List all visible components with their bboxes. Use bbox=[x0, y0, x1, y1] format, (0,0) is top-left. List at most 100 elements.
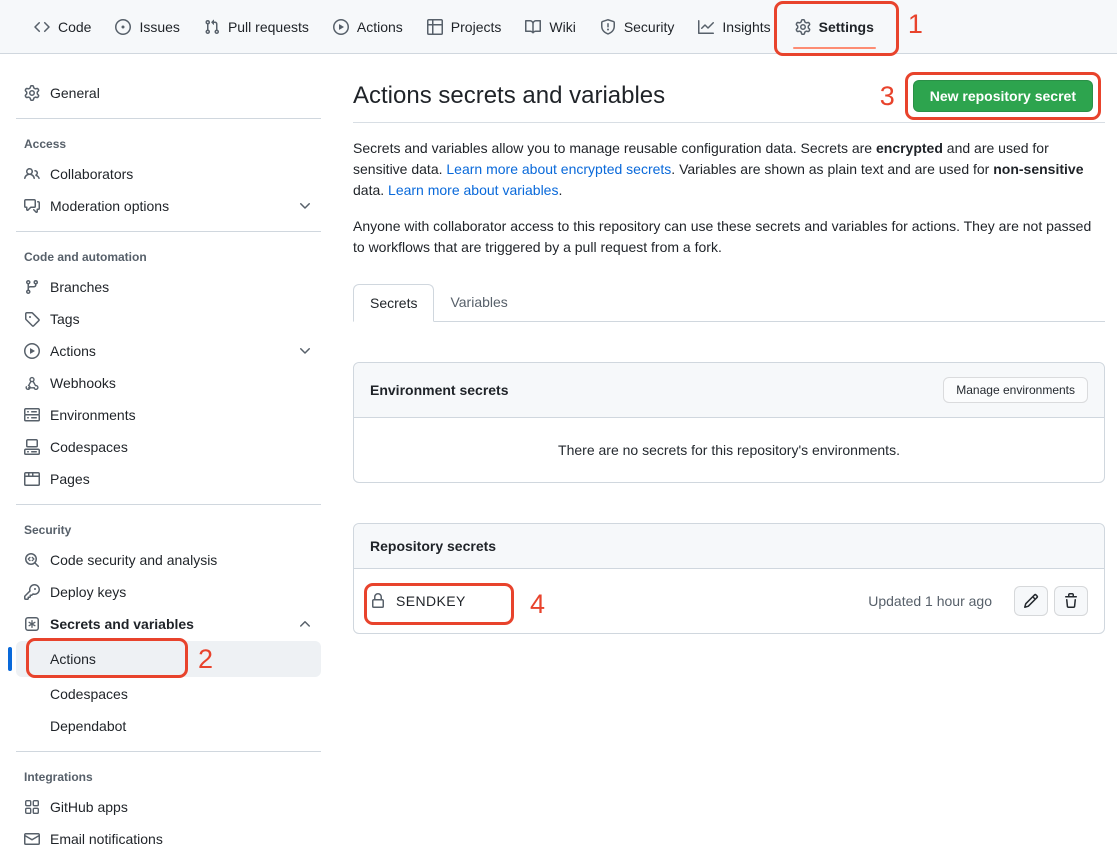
trash-icon bbox=[1063, 593, 1079, 609]
sidebar-item-code-security-and-analysis[interactable]: Code security and analysis bbox=[16, 545, 321, 575]
browser-icon bbox=[24, 471, 40, 487]
sidebar-item-moderation-options[interactable]: Moderation options bbox=[16, 191, 321, 221]
link-learn-more-variables[interactable]: Learn more about variables bbox=[388, 182, 558, 198]
tab-projects[interactable]: Projects bbox=[415, 12, 514, 42]
sidebar-section-integrations: Integrations bbox=[16, 762, 321, 792]
secret-row-sendkey: SENDKEY 4 Updated 1 hour ago bbox=[354, 569, 1104, 633]
sidebar-item-general[interactable]: General bbox=[16, 78, 321, 108]
link-learn-more-encrypted-secrets[interactable]: Learn more about encrypted secrets bbox=[446, 161, 671, 177]
server-icon bbox=[24, 407, 40, 423]
edit-secret-button[interactable] bbox=[1014, 586, 1048, 616]
tab-actions-label: Actions bbox=[357, 19, 403, 35]
tab-variables[interactable]: Variables bbox=[434, 284, 523, 321]
sidebar-subitem-actions[interactable]: Actions 2 bbox=[16, 641, 321, 677]
webhook-icon bbox=[24, 375, 40, 391]
git-branch-icon bbox=[24, 279, 40, 295]
secrets-variables-tabnav: Secrets Variables bbox=[353, 284, 1105, 322]
new-repository-secret-button[interactable]: New repository secret bbox=[913, 80, 1093, 112]
sidebar-section-security: Security bbox=[16, 515, 321, 545]
tag-icon bbox=[24, 311, 40, 327]
secret-updated-timestamp: Updated 1 hour ago bbox=[868, 593, 992, 609]
environment-secrets-box: Environment secrets Manage environments … bbox=[353, 362, 1105, 483]
tab-security[interactable]: Security bbox=[588, 12, 687, 42]
description-paragraph-2: Anyone with collaborator access to this … bbox=[353, 216, 1105, 258]
sidebar-item-actions[interactable]: Actions bbox=[16, 336, 321, 366]
annotation-number-3: 3 bbox=[880, 83, 895, 110]
issue-opened-icon bbox=[115, 19, 131, 35]
description-paragraph-1: Secrets and variables allow you to manag… bbox=[353, 138, 1105, 201]
pencil-icon bbox=[1023, 593, 1039, 609]
annotation-number-1: 1 bbox=[908, 11, 923, 38]
key-icon bbox=[24, 584, 40, 600]
tab-code[interactable]: Code bbox=[22, 12, 103, 42]
table-icon bbox=[427, 19, 443, 35]
gear-icon bbox=[24, 85, 40, 101]
repository-secrets-box: Repository secrets SENDKEY 4 Updated 1 h… bbox=[353, 523, 1105, 634]
repo-nav: Code Issues Pull requests Actions Projec… bbox=[0, 0, 1117, 54]
tab-wiki-label: Wiki bbox=[549, 19, 575, 35]
book-icon bbox=[525, 19, 541, 35]
play-circle-icon bbox=[333, 19, 349, 35]
sidebar-divider bbox=[16, 118, 321, 119]
sidebar-item-pages[interactable]: Pages bbox=[16, 464, 321, 494]
sidebar-item-collaborators[interactable]: Collaborators bbox=[16, 159, 321, 189]
tab-settings[interactable]: Settings 1 bbox=[783, 12, 886, 42]
sidebar-item-secrets-and-variables[interactable]: Secrets and variables bbox=[16, 609, 321, 639]
secret-name: SENDKEY bbox=[396, 593, 466, 609]
tab-pull-requests-label: Pull requests bbox=[228, 19, 309, 35]
repository-secrets-title: Repository secrets bbox=[370, 538, 496, 554]
tab-wiki[interactable]: Wiki bbox=[513, 12, 587, 42]
tab-insights-label: Insights bbox=[722, 19, 770, 35]
tab-issues[interactable]: Issues bbox=[103, 12, 191, 42]
tab-insights[interactable]: Insights bbox=[686, 12, 782, 42]
sidebar-subitem-codespaces[interactable]: Codespaces bbox=[16, 679, 321, 709]
sidebar-item-deploy-keys[interactable]: Deploy keys bbox=[16, 577, 321, 607]
manage-environments-button[interactable]: Manage environments bbox=[943, 377, 1088, 403]
play-circle-icon bbox=[24, 343, 40, 359]
sidebar-item-codespaces[interactable]: Codespaces bbox=[16, 432, 321, 462]
gear-icon bbox=[795, 19, 811, 35]
environment-secrets-title: Environment secrets bbox=[370, 382, 509, 398]
page-title: Actions secrets and variables bbox=[353, 82, 665, 110]
sidebar-subitem-dependabot[interactable]: Dependabot bbox=[16, 711, 321, 741]
sidebar-item-tags[interactable]: Tags bbox=[16, 304, 321, 334]
sidebar-item-webhooks[interactable]: Webhooks bbox=[16, 368, 321, 398]
sidebar-divider bbox=[16, 504, 321, 505]
tab-pull-requests[interactable]: Pull requests bbox=[192, 12, 321, 42]
active-tab-underline bbox=[793, 47, 876, 49]
sidebar-item-branches[interactable]: Branches bbox=[16, 272, 321, 302]
tab-secrets[interactable]: Secrets bbox=[353, 284, 434, 322]
tab-settings-label: Settings bbox=[819, 19, 874, 35]
lock-icon bbox=[370, 593, 386, 609]
git-pull-request-icon bbox=[204, 19, 220, 35]
annotation-number-4: 4 bbox=[530, 591, 545, 618]
comment-discussion-icon bbox=[24, 198, 40, 214]
shield-icon bbox=[600, 19, 616, 35]
sidebar-item-email-notifications[interactable]: Email notifications bbox=[16, 824, 321, 854]
delete-secret-button[interactable] bbox=[1054, 586, 1088, 616]
code-icon bbox=[34, 19, 50, 35]
tab-actions[interactable]: Actions bbox=[321, 12, 415, 42]
secret-sendkey: SENDKEY 4 bbox=[370, 593, 466, 609]
codespaces-icon bbox=[24, 439, 40, 455]
apps-icon bbox=[24, 799, 40, 815]
people-icon bbox=[24, 166, 40, 182]
sidebar-item-environments[interactable]: Environments bbox=[16, 400, 321, 430]
graph-icon bbox=[698, 19, 714, 35]
chevron-down-icon bbox=[297, 343, 313, 359]
key-asterisk-icon bbox=[24, 616, 40, 632]
settings-sidebar: General Access Collaborators Moderation … bbox=[0, 54, 337, 867]
codescan-icon bbox=[24, 552, 40, 568]
mail-icon bbox=[24, 831, 40, 847]
annotation-number-2: 2 bbox=[198, 646, 213, 673]
tab-security-label: Security bbox=[624, 19, 675, 35]
sidebar-divider bbox=[16, 751, 321, 752]
tab-projects-label: Projects bbox=[451, 19, 502, 35]
sidebar-section-code-and-automation: Code and automation bbox=[16, 242, 321, 272]
description: Secrets and variables allow you to manag… bbox=[353, 138, 1105, 258]
chevron-up-icon bbox=[297, 616, 313, 632]
environment-secrets-empty-message: There are no secrets for this repository… bbox=[354, 418, 1104, 482]
chevron-down-icon bbox=[297, 198, 313, 214]
sidebar-section-access: Access bbox=[16, 129, 321, 159]
sidebar-item-github-apps[interactable]: GitHub apps bbox=[16, 792, 321, 822]
